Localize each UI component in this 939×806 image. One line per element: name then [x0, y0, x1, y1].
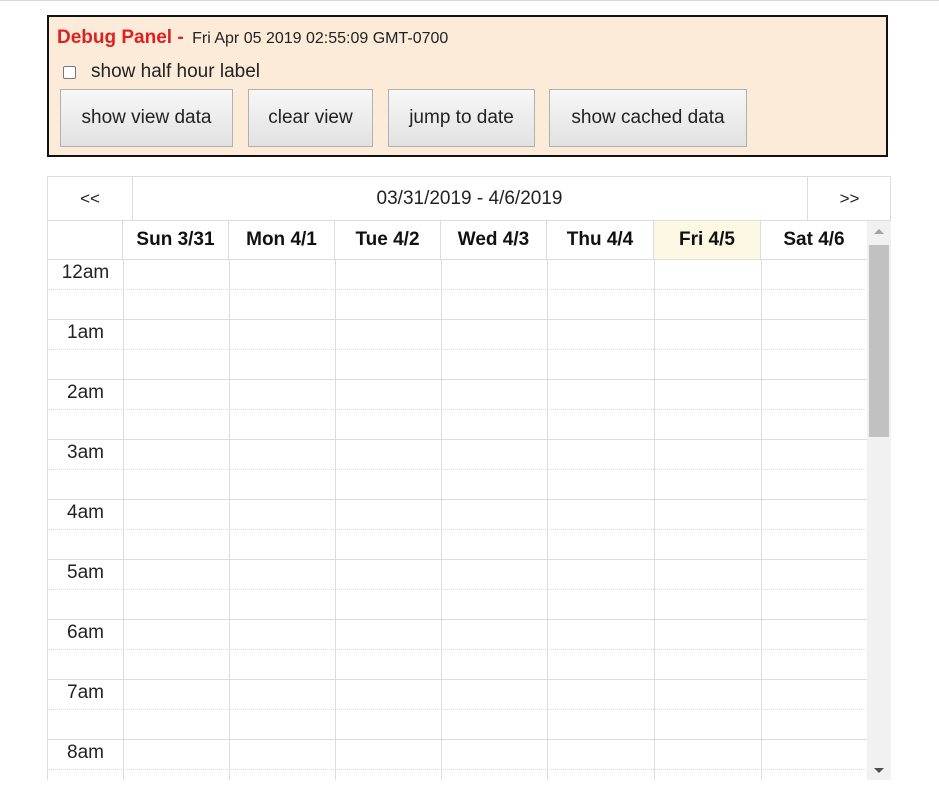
show-cached-data-button[interactable]: show cached data: [549, 89, 747, 147]
day-column-divider: [335, 259, 336, 780]
half-hour-divider: [48, 349, 867, 350]
hour-divider: [48, 439, 867, 440]
hour-divider: [48, 619, 867, 620]
debug-label: Debug Panel -: [57, 27, 184, 48]
hour-row[interactable]: 8am: [48, 739, 867, 780]
jump-to-date-button[interactable]: jump to date: [388, 89, 535, 147]
debug-panel: Debug Panel - Fri Apr 05 2019 02:55:09 G…: [47, 15, 888, 157]
scrollbar-thumb[interactable]: [869, 245, 889, 437]
next-week-button[interactable]: >>: [807, 177, 891, 220]
day-header-4: Thu 4/4: [546, 221, 653, 259]
half-hour-divider: [48, 529, 867, 530]
hour-divider: [48, 679, 867, 680]
hour-label: 6am: [67, 622, 104, 643]
hour-divider: [48, 259, 867, 260]
hour-label: 4am: [67, 502, 104, 523]
day-header-5: Fri 4/5: [653, 221, 760, 259]
half-hour-checkbox-label: show half hour label: [91, 61, 260, 82]
hour-row[interactable]: 4am: [48, 499, 867, 559]
half-hour-divider: [48, 289, 867, 290]
clear-view-button[interactable]: clear view: [248, 89, 373, 147]
scroll-up-arrow-icon[interactable]: [867, 221, 891, 241]
day-header-0: Sun 3/31: [122, 221, 228, 259]
debug-timestamp: Fri Apr 05 2019 02:55:09 GMT-0700: [192, 30, 449, 47]
hour-label: 12am: [61, 262, 110, 283]
day-header-2: Tue 4/2: [334, 221, 440, 259]
day-header-row: Sun 3/31 Mon 4/1 Tue 4/2 Wed 4/3 Thu 4/4 Fri …: [47, 221, 867, 259]
half-hour-divider: [48, 709, 867, 710]
week-calendar: << 03/31/2019 - 4/6/2019 >> Sun 3/31 Mon …: [47, 176, 891, 780]
top-divider: [0, 0, 939, 1]
time-grid[interactable]: 12am 1am 2am 3am 4am 5am 6am 7am 8am: [47, 259, 867, 780]
hour-label: 1am: [67, 322, 104, 343]
vertical-scrollbar[interactable]: [867, 221, 891, 780]
hour-divider: [48, 319, 867, 320]
day-header-3: Wed 4/3: [440, 221, 546, 259]
scroll-down-arrow-icon[interactable]: [867, 760, 891, 780]
calendar-nav: << 03/31/2019 - 4/6/2019 >>: [47, 176, 891, 221]
hour-label: 7am: [67, 682, 104, 703]
hour-row[interactable]: 1am: [48, 319, 867, 379]
prev-week-button[interactable]: <<: [48, 177, 133, 220]
debug-title: Debug Panel - Fri Apr 05 2019 02:55:09 G…: [57, 27, 448, 49]
half-hour-divider: [48, 589, 867, 590]
hour-divider: [48, 739, 867, 740]
half-hour-checkbox[interactable]: [63, 65, 76, 79]
hour-label: 3am: [67, 442, 104, 463]
half-hour-divider: [48, 649, 867, 650]
hour-label: 5am: [67, 562, 104, 583]
day-column-divider: [441, 259, 442, 780]
show-view-data-button[interactable]: show view data: [60, 89, 233, 147]
day-header-6: Sat 4/6: [760, 221, 867, 259]
half-hour-divider: [48, 469, 867, 470]
day-column-divider: [654, 259, 655, 780]
hour-row[interactable]: 3am: [48, 439, 867, 499]
day-column-divider: [229, 259, 230, 780]
day-column-divider: [123, 259, 124, 780]
hour-divider: [48, 559, 867, 560]
half-hour-toggle[interactable]: show half hour label: [63, 61, 260, 83]
day-header-1: Mon 4/1: [228, 221, 334, 259]
hour-row[interactable]: 5am: [48, 559, 867, 619]
half-hour-divider: [48, 769, 867, 770]
hour-row[interactable]: 12am: [48, 259, 867, 319]
hour-row[interactable]: 2am: [48, 379, 867, 439]
hour-row[interactable]: 7am: [48, 679, 867, 739]
hour-label: 2am: [67, 382, 104, 403]
hour-divider: [48, 499, 867, 500]
half-hour-divider: [48, 409, 867, 410]
day-column-divider: [547, 259, 548, 780]
header-corner: [47, 221, 122, 259]
hour-row[interactable]: 6am: [48, 619, 867, 679]
hour-label: 8am: [67, 742, 104, 763]
day-column-divider: [761, 259, 762, 780]
date-range: 03/31/2019 - 4/6/2019: [376, 187, 563, 209]
hour-divider: [48, 379, 867, 380]
